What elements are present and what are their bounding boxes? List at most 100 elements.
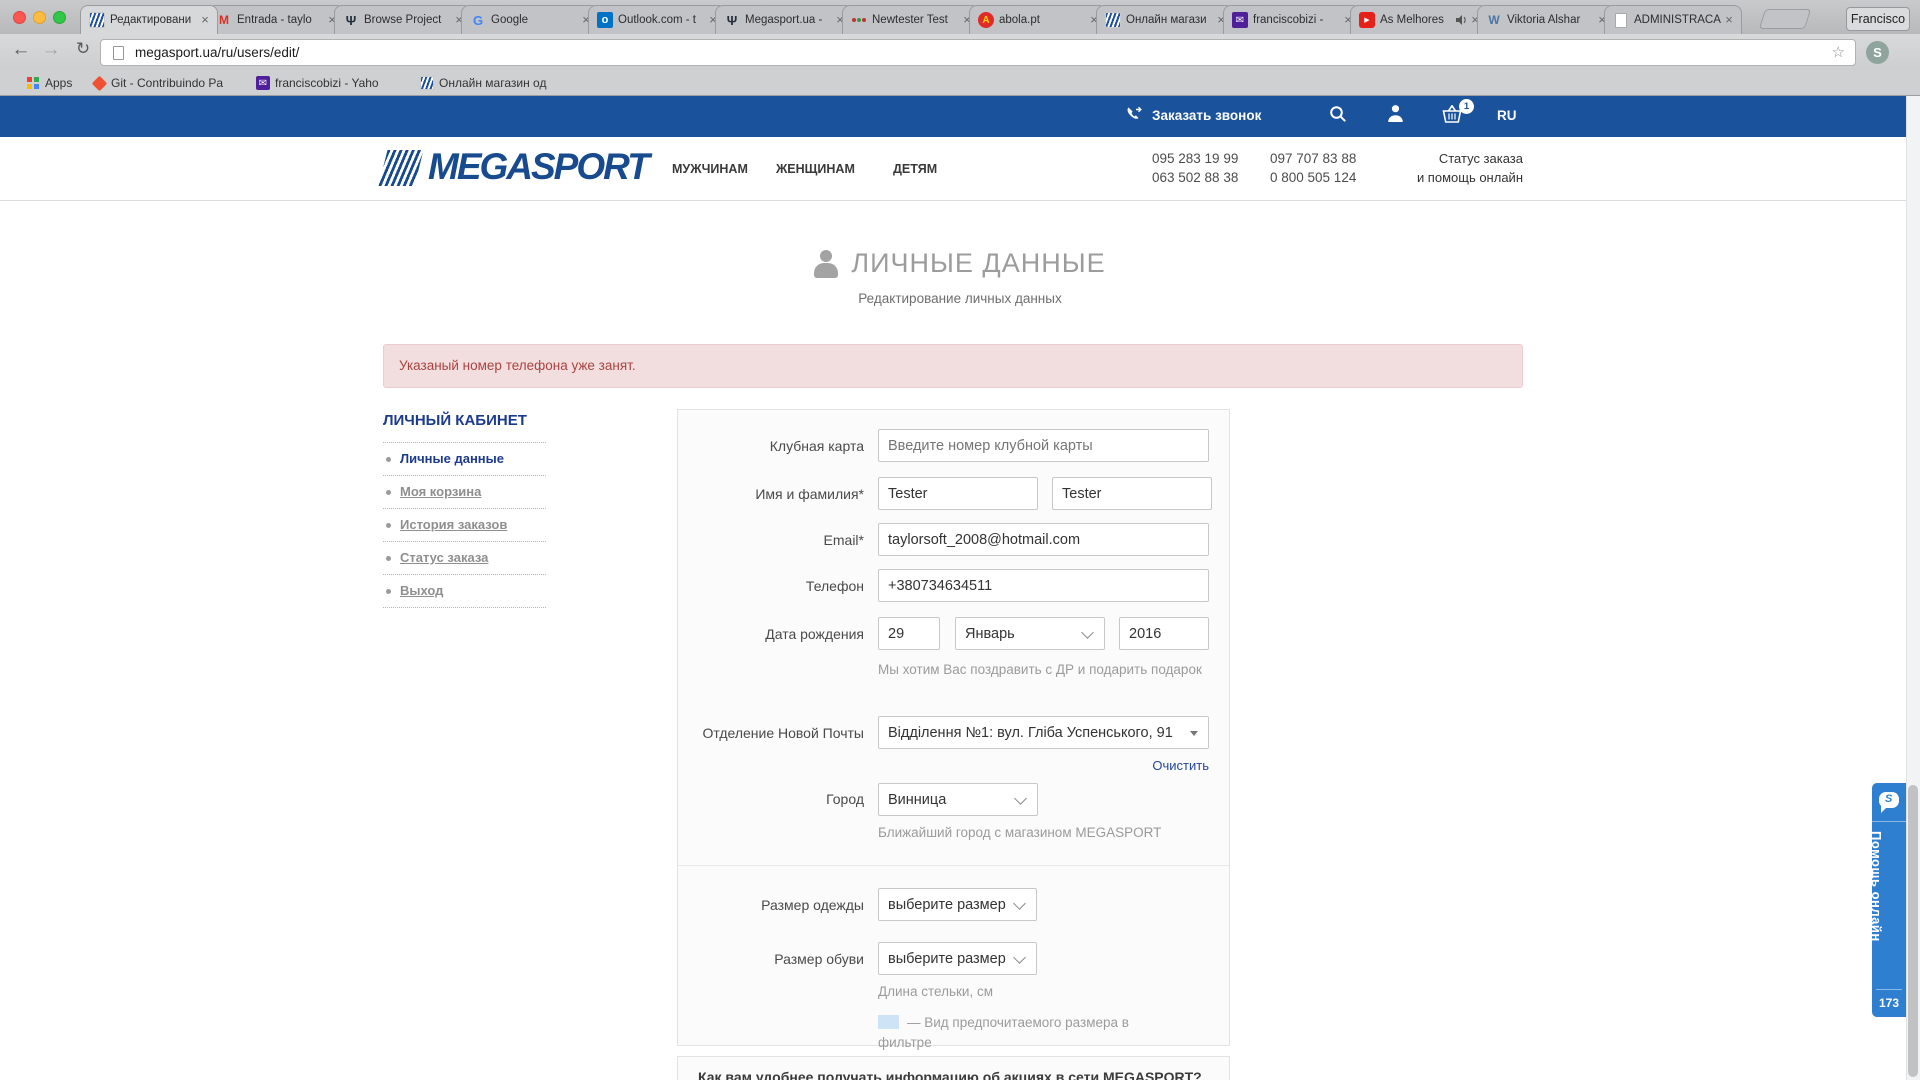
search-icon[interactable] [1328,104,1348,124]
phone-number: 095 283 19 99 [1152,149,1238,168]
megasport-logo[interactable]: MEGASPORT [428,146,648,188]
phone-number: 097 707 83 88 [1270,149,1356,168]
nova-poshta-select[interactable]: Відділення №1: вул. Гліба Успенського, 9… [878,716,1209,749]
tab-title: Entrada - taylo [237,14,326,26]
address-bar[interactable]: megasport.ua/ru/users/edit/ [100,39,1856,66]
first-name-input[interactable] [878,477,1038,510]
page-icon [113,46,124,60]
tab-title: Редактировани [110,14,199,26]
browser-tab[interactable]: franciscobizi - [1223,5,1361,34]
account-sidebar: ЛИЧНЫЙ КАБИНЕТ Личные данные Моя корзина… [383,412,546,608]
reload-button[interactable] [70,39,96,59]
tab-title: Outlook.com - t [618,14,707,26]
url-text: megasport.ua/ru/users/edit/ [135,45,299,60]
browser-tab[interactable]: Онлайн магази [1096,5,1234,34]
person-icon [814,250,838,278]
sidebar-title: ЛИЧНЫЙ КАБИНЕТ [383,412,546,443]
callback-phone-icon[interactable] [1124,105,1145,126]
nav-kids[interactable]: ДЕТЯМ [893,162,937,176]
order-status-line: и помощь онлайн [1383,168,1523,187]
forward-button[interactable] [38,39,64,61]
help-widget-label: Помощь онлайн [1869,831,1884,942]
clothes-size-select[interactable]: выберите размер [878,888,1037,921]
tab-close-icon[interactable] [1722,13,1736,27]
account-icon[interactable] [1387,104,1404,123]
city-select[interactable]: Винница [878,783,1038,816]
profile-button[interactable]: Francisco [1846,7,1910,31]
browser-tab[interactable]: Megasport.ua - [715,5,853,34]
help-widget-badge: 173 [1872,996,1906,1010]
browser-tab[interactable]: Google [461,5,599,34]
dots-favicon [851,12,867,28]
abola-favicon [978,12,994,28]
window-minimize-button[interactable] [33,11,46,24]
sidebar-item-order-history[interactable]: История заказов [383,509,546,542]
browser-tab[interactable]: Newtester Test [842,5,980,34]
size-legend: — Вид предпочитаемого размера в фильтре [878,1013,1143,1053]
page-favicon [1615,13,1627,28]
browser-window: Редактировани Entrada - taylo Browse Pro… [0,0,1920,1080]
callback-link[interactable]: Заказать звонок [1152,108,1261,123]
bookmarks-bar: Apps Git - Contribuindo Pa franciscobizi… [0,70,1920,96]
bookmark-git[interactable]: Git - Contribuindo Pa [92,74,223,92]
chevron-down-icon [1081,626,1094,639]
legend-color-swatch [878,1015,899,1029]
page-title: ЛИЧНЫЕ ДАННЫЕ [851,248,1105,279]
yahoo-mail-favicon [1232,12,1248,28]
sidebar-item-cart[interactable]: Моя корзина [383,476,546,509]
window-close-button[interactable] [13,11,26,24]
window-zoom-button[interactable] [53,11,66,24]
bookmark-star-icon[interactable] [1832,43,1845,61]
club-card-input[interactable] [878,429,1209,462]
scrollbar-thumb[interactable] [1908,785,1918,1077]
sidebar-item-personal-data[interactable]: Личные данные [383,443,546,476]
birth-year-input[interactable] [1119,617,1209,650]
tab-audio-icon [1455,14,1467,26]
new-tab-button[interactable] [1759,9,1811,29]
tab-title: Browse Project [364,14,453,26]
tab-title: Онлайн магази [1126,14,1215,26]
tab-title: Viktoria Alshar [1507,14,1596,26]
apps-grid-icon [26,76,40,90]
browser-tab-active[interactable]: Редактировани [80,5,218,34]
birth-month-select[interactable]: Январь [955,617,1105,650]
bookmark-shop[interactable]: Онлайн магазин од [420,74,546,92]
browser-tab[interactable]: ADMINISTRACA [1604,5,1742,34]
sidebar-item-order-status[interactable]: Статус заказа [383,542,546,575]
birthdate-hint: Мы хотим Вас поздравить с ДР и подарить … [878,660,1273,680]
promo-question: Как вам удобнее получать информацию об а… [698,1069,1202,1080]
last-name-input[interactable] [1052,477,1212,510]
browser-tab[interactable]: Entrada - taylo [207,5,345,34]
language-switcher[interactable]: RU [1497,108,1517,123]
browser-tab[interactable]: abola.pt [969,5,1107,34]
tab-strip: Редактировани Entrada - taylo Browse Pro… [0,0,1920,34]
insole-hint: Длина стельки, см [878,982,1178,1002]
nav-women[interactable]: ЖЕНЩИНАМ [776,162,855,176]
shoe-size-select[interactable]: выберите размер [878,942,1037,975]
tab-title: As Melhores [1380,14,1455,26]
city-hint: Ближайший город с магазином MEGASPORT [878,823,1238,843]
projects-favicon [724,12,740,28]
birth-day-input[interactable] [878,617,940,650]
tab-close-icon[interactable] [198,13,212,27]
megasport-favicon [420,76,434,90]
shoe-size-label: Размер обуви [678,951,864,967]
phone-input[interactable] [878,569,1209,602]
browser-tab[interactable]: Outlook.com - t [588,5,726,34]
sidebar-item-logout[interactable]: Выход [383,575,546,608]
online-help-widget[interactable]: Помощь онлайн 173 [1872,783,1906,1017]
back-button[interactable] [8,39,34,61]
browser-tab[interactable]: Viktoria Alshar [1477,5,1615,34]
clear-link[interactable]: Очистить [878,758,1209,773]
tab-title: Newtester Test [872,14,961,26]
phone-numbers-col1: 095 283 19 99 063 502 88 38 [1152,149,1238,187]
extension-icon[interactable] [1866,41,1889,64]
bookmark-yahoo[interactable]: franciscobizi - Yaho [256,74,379,92]
browser-tab[interactable]: Browse Project [334,5,472,34]
form-divider [678,865,1229,866]
nav-men[interactable]: МУЖЧИНАМ [672,162,748,176]
bookmark-apps[interactable]: Apps [26,74,72,92]
email-input[interactable] [878,523,1209,556]
order-status-link[interactable]: Статус заказа и помощь онлайн [1383,149,1523,187]
browser-tab[interactable]: As Melhores [1350,5,1488,34]
